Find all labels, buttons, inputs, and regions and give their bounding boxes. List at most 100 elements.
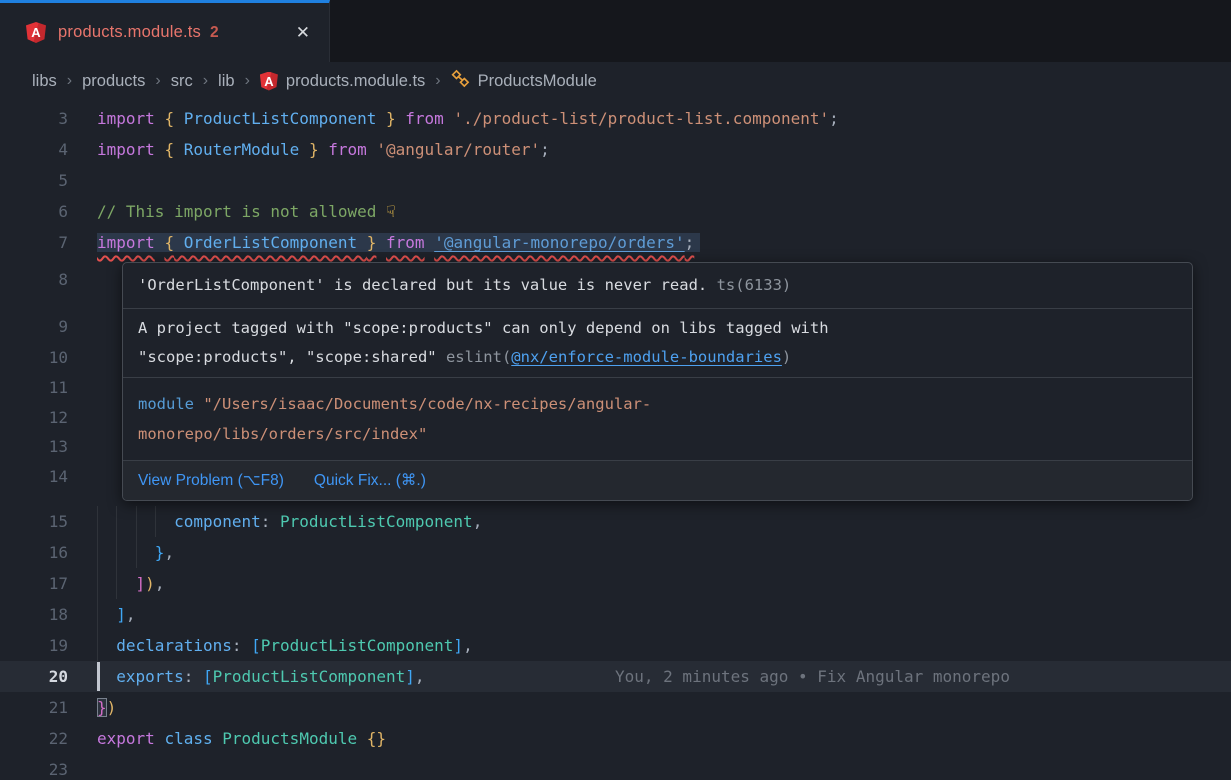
code-text: component: ProductListComponent, [97,506,482,537]
breadcrumb-separator: › [67,72,72,90]
code-text: export class ProductsModule {} [97,723,386,754]
line-number: 20 [0,667,68,686]
code-line-17[interactable]: 17 ]), [0,568,1231,599]
code-text: import { ProductListComponent } from './… [97,103,839,134]
angular-icon-letter: A [31,25,40,40]
breadcrumb-label: src [171,72,193,91]
quick-fix-button[interactable]: Quick Fix... (⌘.) [314,471,426,490]
hover-text-line: "scope:products", "scope:shared" eslint(… [138,343,1177,372]
code-token: ] [136,574,146,593]
code-token: ProductListComponent [213,667,406,686]
breadcrumb-item-src[interactable]: src [171,72,193,91]
code-line-18[interactable]: 18 ], [0,599,1231,630]
hover-text: "scope:products", "scope:shared" [138,348,446,366]
code-token: {} [367,729,386,748]
code-token: [ [251,636,261,655]
view-problem-button[interactable]: View Problem (⌥F8) [138,471,284,490]
breadcrumb-item-libs[interactable]: libs [32,72,57,91]
code-token: , [415,667,425,686]
hover-text: 'OrderListComponent' is declared but its… [138,276,707,294]
breadcrumb-label: products.module.ts [286,72,425,91]
code-text: ]), [97,568,164,599]
code-line-4[interactable]: 4import { RouterModule } from '@angular/… [0,134,1231,165]
code-line-21[interactable]: 21}) [0,692,1231,723]
code-text: exports: [ProductListComponent], [97,661,425,692]
breadcrumb-label: libs [32,72,57,91]
close-icon[interactable]: ✕ [291,21,315,44]
tab-bar: A products.module.ts 2 ✕ [0,0,1231,62]
breadcrumb-label: products [82,72,145,91]
hover-text-line: A project tagged with "scope:products" c… [138,314,1177,343]
code-text: }, [97,537,174,568]
code-token [319,140,329,159]
code-line-15[interactable]: 15 component: ProductListComponent, [0,506,1231,537]
code-editor[interactable]: 3import { ProductListComponent } from '.… [0,100,1231,780]
code-text: declarations: [ProductListComponent], [97,630,473,661]
tab-products-module[interactable]: A products.module.ts 2 ✕ [0,0,330,62]
code-line-6[interactable]: 6 // This import is not allowed ☟ [0,196,1231,227]
indent-guide [136,537,137,568]
code-token [155,729,165,748]
tab-title: products.module.ts [58,23,201,42]
code-token [444,109,454,128]
code-token [376,233,386,252]
class-icon [451,69,470,93]
code-token: from [328,140,367,159]
hover-text: "/Users/isaac/Documents/code/nx-recipes/… [203,395,651,413]
code-line-22[interactable]: 22 export class ProductsModule {} [0,723,1231,754]
code-token: ProductListComponent [261,636,454,655]
code-token: ) [145,574,155,593]
git-blame-annotation: You, 2 minutes ago • Fix Angular monorep… [615,661,1010,692]
code-line-7[interactable]: 7import { OrderListComponent } from '@an… [0,227,1231,258]
breadcrumb-item-products[interactable]: products [82,72,145,91]
code-token [425,233,435,252]
code-token [97,543,155,562]
line-number: 19 [0,636,68,655]
code-token: from [405,109,444,128]
indent-guide [116,568,117,599]
angular-icon: A [260,72,278,91]
code-line-16[interactable]: 16 }, [0,537,1231,568]
code-token: ] [453,636,463,655]
code-line-19[interactable]: 19 declarations: [ProductListComponent], [0,630,1231,661]
line-number: 14 [0,461,68,492]
code-line-23[interactable]: 23 [0,754,1231,780]
hover-text: ) [782,348,791,366]
code-token: : [261,512,280,531]
breadcrumb-item-products-module-ts[interactable]: Aproducts.module.ts [260,72,425,91]
code-line-20[interactable]: 20 exports: [ProductListComponent], You, … [0,661,1231,692]
code-line-5[interactable]: 5 [0,165,1231,196]
hover-text: ts(6133) [707,276,791,294]
code-token: ☟ [386,202,396,221]
line-number: 16 [0,543,68,562]
code-line-3[interactable]: 3import { ProductListComponent } from '.… [0,103,1231,134]
indent-guide [97,537,98,568]
code-token: ProductsModule [222,729,357,748]
breadcrumb-separator: › [245,72,250,90]
line-number: 6 [0,202,68,221]
code-text: import { OrderListComponent } from '@ang… [97,227,700,258]
line-number: 21 [0,698,68,717]
code-token: ; [829,109,839,128]
code-token [396,109,406,128]
code-token [97,667,116,686]
hover-text: A project tagged with "scope:products" c… [138,319,829,337]
breadcrumb-item-productsmodule[interactable]: ProductsModule [451,69,597,93]
line-number: 22 [0,729,68,748]
code-token: { [164,140,174,159]
hover-module-path-section: module "/Users/isaac/Documents/code/nx-r… [123,378,1192,461]
code-token: } [155,543,165,562]
indent-guide [97,599,98,630]
breadcrumb-separator: › [203,72,208,90]
code-token: , [155,574,165,593]
code-text: }) [97,692,116,723]
eslint-rule-link[interactable]: @nx/enforce-module-boundaries [511,348,782,366]
code-token: : [232,636,251,655]
indent-guide [155,506,156,537]
code-token: RouterModule [174,140,309,159]
indent-guide [116,506,117,537]
code-token: } [97,698,107,717]
code-text: // This import is not allowed ☟ [97,196,396,227]
angular-icon: A [26,22,46,43]
breadcrumb-item-lib[interactable]: lib [218,72,235,91]
